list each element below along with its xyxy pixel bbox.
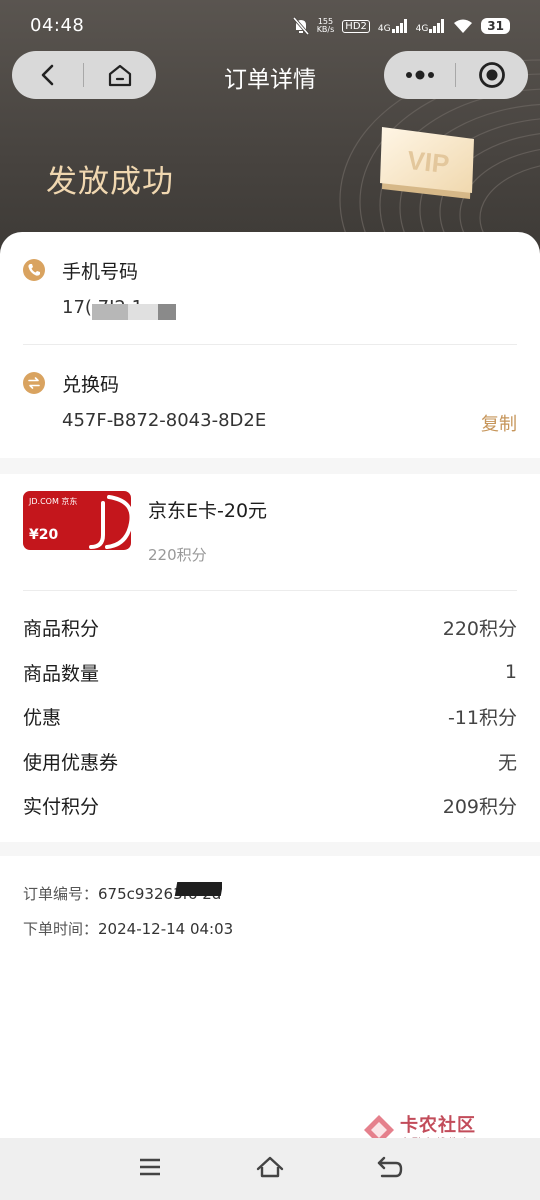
net-speed: 155 KB/s	[317, 18, 335, 34]
detail-label: 商品数量	[23, 662, 100, 685]
wifi-icon	[454, 19, 473, 33]
code-value: 457F-B872-8043-8D2E	[62, 410, 267, 431]
detail-row: 实付积分 209积分	[23, 790, 517, 820]
detail-row: 商品数量 1	[23, 657, 517, 687]
sim1-signal: 4G	[377, 19, 408, 34]
recent-apps-button[interactable]	[135, 1152, 165, 1182]
mute-bell-icon	[292, 17, 309, 35]
privacy-mask	[128, 304, 158, 320]
detail-label: 优惠	[23, 706, 62, 729]
status-bar: 04:48 155 KB/s HD2 4G 4G 31	[0, 0, 540, 50]
order-number-label: 订单编号：	[23, 885, 99, 903]
product-name: 京东E卡-20元	[148, 500, 268, 522]
jd-logo-text: JD	[23, 491, 24, 492]
detail-value: -11积分	[447, 706, 517, 729]
detail-value: 1	[504, 661, 517, 683]
signal-icon	[391, 19, 407, 33]
net-speed-unit: KB/s	[316, 25, 335, 34]
product-card: JD.COM 京东 ¥20 JD 京东E卡-20元 220积分 商品积分 220积…	[0, 474, 540, 842]
vip-badge-icon: VIP	[380, 127, 474, 199]
detail-row: 商品积分 220积分	[23, 612, 517, 642]
divider	[23, 344, 517, 345]
home-outline-icon	[256, 1156, 284, 1178]
sim1-label: 4G	[377, 24, 391, 34]
order-meta-card: 订单编号：675c93263f6 2dcc34 下单时间：2024-12-14 …	[0, 856, 540, 1139]
privacy-mask	[92, 304, 128, 320]
system-home-button[interactable]	[255, 1152, 285, 1182]
recipient-card: 手机号码 17( 7J2 1 兑换码 457F-B872-8043-8D2E 复…	[0, 232, 540, 458]
more-dots-icon	[406, 70, 434, 80]
status-time: 04:48	[30, 15, 85, 36]
exchange-icon	[28, 377, 40, 389]
detail-value: 220积分	[442, 617, 517, 640]
vip-badge-text: VIP	[406, 145, 451, 179]
system-nav-bar	[0, 1138, 540, 1200]
jd-ecard-image: JD.COM 京东 ¥20 JD	[23, 491, 131, 550]
code-label: 兑换码	[62, 374, 120, 396]
detail-label: 使用优惠券	[23, 751, 119, 774]
detail-row: 优惠 -11积分	[23, 701, 517, 731]
back-return-icon	[377, 1156, 403, 1178]
product-points: 220积分	[148, 546, 207, 564]
detail-row: 使用优惠券 无	[23, 746, 517, 776]
detail-value: 209积分	[442, 795, 517, 818]
status-icons: 155 KB/s HD2 4G 4G 31	[292, 14, 510, 38]
menu-icon	[140, 1158, 160, 1176]
nav-right-capsule	[384, 51, 528, 99]
more-button[interactable]	[384, 51, 456, 99]
divider	[23, 590, 517, 591]
status-title: 发放成功	[46, 164, 174, 200]
order-time-row: 下单时间：2024-12-14 04:03	[23, 918, 233, 939]
system-back-button[interactable]	[375, 1152, 405, 1182]
jd-logo-icon: JD	[23, 491, 131, 549]
privacy-mask	[158, 304, 176, 320]
detail-label: 商品积分	[23, 617, 100, 640]
phone-row-icon	[23, 259, 45, 281]
target-circle-icon	[479, 62, 505, 88]
privacy-mask	[222, 882, 266, 904]
close-miniprogram-button[interactable]	[456, 51, 528, 99]
order-time-label: 下单时间：	[23, 920, 99, 938]
order-time-value: 2024-12-14 04:03	[98, 920, 234, 938]
privacy-mask	[174, 882, 224, 896]
signal-icon	[429, 19, 445, 33]
sim2-signal: 4G	[415, 19, 446, 34]
sim2-label: 4G	[415, 24, 429, 34]
battery-indicator: 31	[481, 18, 510, 34]
copy-button[interactable]: 复制	[481, 410, 517, 436]
hd-badge: HD2	[342, 19, 370, 33]
detail-value: 无	[497, 751, 517, 774]
phone-label: 手机号码	[62, 261, 139, 283]
detail-label: 实付积分	[23, 795, 100, 818]
phone-icon	[28, 264, 40, 276]
exchange-row-icon	[23, 372, 45, 394]
